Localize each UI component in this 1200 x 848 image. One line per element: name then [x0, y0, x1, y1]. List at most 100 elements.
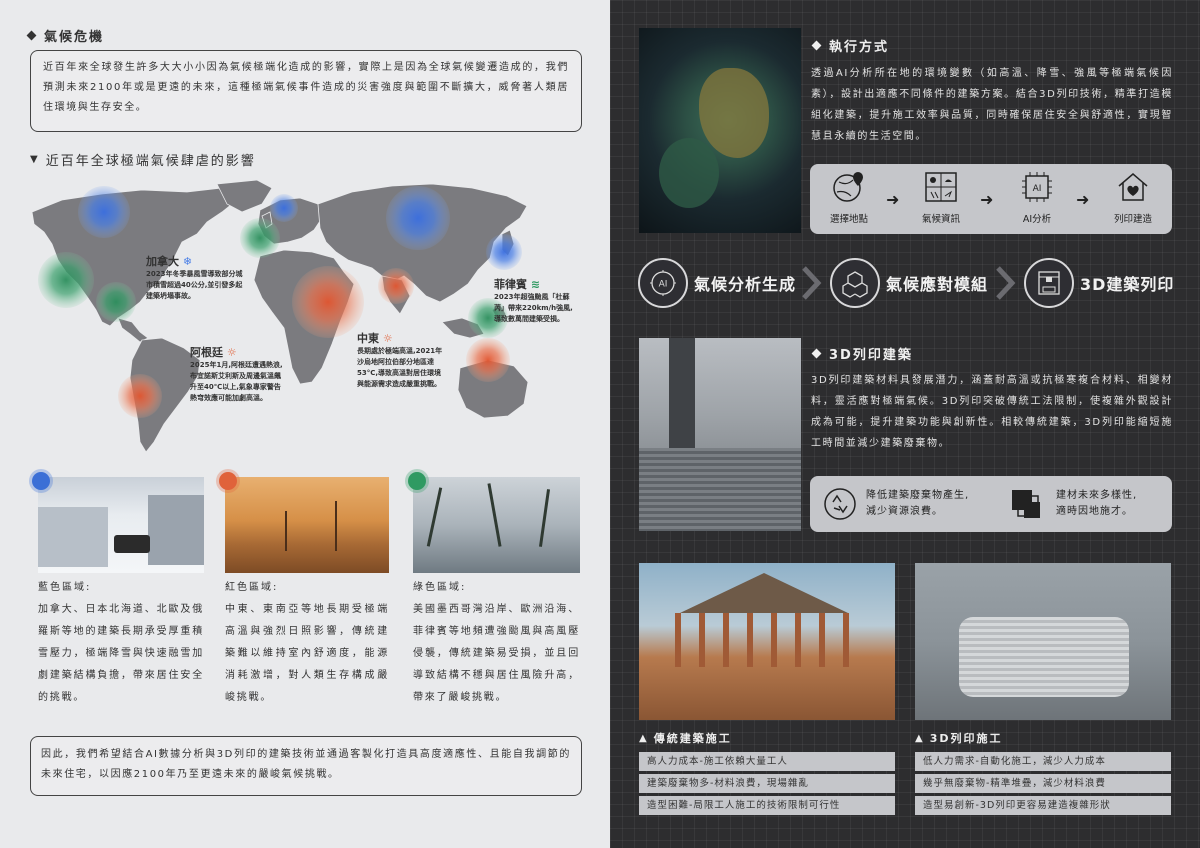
map-title: 近百年全球極端氣候肆虐的影響: [45, 154, 256, 169]
callout-canada: 加拿大 ❄ 2023年冬季暴風雪導致部分城市積雪超過40公分,並引發多起建築坍塌…: [146, 253, 246, 302]
hotspot-south-asia: [378, 268, 414, 304]
conclusion-box: 因此，我們希望結合AI數據分析與3D列印的建築技術並通過客製化打造具高度適應性、…: [30, 736, 582, 796]
print-title: 3D列印建築: [829, 348, 913, 363]
hotspot-scandinavia: [270, 194, 298, 222]
layers-icon: [1012, 490, 1040, 518]
cubes-icon: [830, 258, 880, 308]
stage-climate-analysis-label: 氣候分析生成: [694, 275, 797, 294]
traditional-item: 造型困難-局限工人施工的技術限制可行性: [639, 796, 895, 815]
benefit-less-waste: 降低建築廢棄物產生, 減少資源浪費。: [866, 490, 970, 517]
stage-3d-printing-label: 3D建築列印: [1080, 275, 1175, 294]
traditional-title: 傳統建築施工: [653, 732, 732, 745]
climate-crisis-box: 近百年來全球發生許多大大小小因為氣候極端化造成的影響，實際上是因為全球氣候變遷造…: [30, 50, 582, 132]
arrow-right-icon: ➜: [980, 190, 994, 209]
climate-crisis-heading: 氣候危機: [26, 26, 105, 45]
hotspot-russia: [386, 186, 450, 250]
printed-heading: ▲ 3D列印施工: [915, 730, 1003, 746]
wind-icon: ≋: [530, 278, 541, 291]
callout-canada-title: 加拿大: [146, 255, 179, 268]
traditional-item: 高人力成本-施工依賴大量工人: [639, 752, 895, 771]
benefit-material-diversity: 建材未來多樣性, 適時因地施才。: [1056, 490, 1138, 517]
triangle-up-icon: ▲: [915, 732, 925, 744]
3d-printed-construction-photo: [915, 563, 1171, 720]
region-green-text: 美國墨西哥灣沿岸、歐洲沿海、菲律賓等地頻遭強颱風與高風壓侵襲，傳統建築易受損，並…: [413, 604, 580, 703]
traditional-heading: ▲ 傳統建築施工: [639, 730, 732, 746]
red-region-dot: [219, 472, 237, 490]
hotspot-japan: [486, 234, 522, 270]
weather-grid-icon: [925, 172, 957, 202]
world-map: [31, 179, 529, 453]
callout-middle-east-text: 長期處於極端高溫,2021年沙烏地阿拉伯部分地區達53°C,導致高溫對居住環境與…: [357, 347, 443, 388]
region-blue-text: 加拿大、日本北海道、北歐及俄羅斯等地的建築長期承受厚重積雪壓力，極端降雪與快速融…: [38, 604, 204, 703]
region-green-title: 綠色區域:: [413, 582, 467, 593]
climate-crisis-title: 氣候危機: [44, 30, 105, 45]
blue-region-dot: [32, 472, 50, 490]
process-flow: 選擇地點 ➜ 氣候資訊 ➜ AI AI分析 ➜ 列印建造: [810, 164, 1172, 234]
car-in-snow: [114, 535, 150, 553]
hotspot-argentina: [118, 374, 162, 418]
drought-photo: [225, 477, 389, 573]
method-heading: 執行方式: [811, 36, 890, 55]
region-green: 綠色區域: 美國墨西哥灣沿岸、歐洲沿海、菲律賓等地頻遭強颱風與高風壓侵襲，傳統建…: [413, 578, 580, 709]
sun-icon: ☼: [226, 346, 237, 359]
ai-chip-icon: AI: [1022, 172, 1052, 202]
flow-step-ai-label: AI分析: [1022, 214, 1052, 225]
print-heading: 3D列印建築: [811, 344, 913, 363]
recycle-icon: [824, 488, 856, 520]
stage-climate-module-label: 氣候應對模組: [886, 275, 989, 294]
callout-canada-text: 2023年冬季暴風雪導致部分城市積雪超過40公分,並引發多起建築坍塌事故。: [146, 270, 243, 300]
region-blue: 藍色區域: 加拿大、日本北海道、北歐及俄羅斯等地的建築長期承受厚重積雪壓力，極端…: [38, 578, 204, 709]
arrow-right-icon: ➜: [886, 190, 900, 209]
chevron-right-icon: [996, 266, 1016, 300]
arrow-right-icon: ➜: [1076, 190, 1090, 209]
earth-globe-image: [639, 28, 801, 233]
stage-climate-analysis: AI 氣候分析生成: [638, 258, 796, 308]
svg-text:AI: AI: [659, 280, 668, 290]
snow-photo: [38, 477, 204, 573]
triangle-down-icon: ▼: [30, 154, 40, 165]
callout-philippines-text: 2023年超強颱風「杜蘇芮」帶來220km/h強風,導致數萬間建築受損。: [494, 293, 573, 323]
printed-item: 幾乎無廢棄物-精準堆疊，減少材料浪費: [915, 774, 1171, 793]
region-red: 紅色區域: 中東、東南亞等地長期受極端高溫與強烈日照影響，傳統建築難以維持室內舒…: [225, 578, 389, 709]
region-red-text: 中東、東南亞等地長期受極端高溫與強烈日照影響，傳統建築難以維持室內舒適度，能源消…: [225, 604, 389, 703]
hotspot-canada-east: [78, 186, 130, 238]
ai-brain-icon: AI: [638, 258, 688, 308]
printed-title: 3D列印施工: [929, 732, 1003, 745]
printed-item: 造型易創新-3D列印更容易建造複雜形狀: [915, 796, 1171, 815]
region-red-title: 紅色區域:: [225, 582, 279, 593]
house-heart-icon: [1118, 173, 1148, 201]
3d-printer-icon: [1024, 258, 1074, 308]
callout-philippines: 菲律賓 ≋ 2023年超強颱風「杜蘇芮」帶來220km/h強風,導致數萬間建築受…: [494, 276, 578, 325]
region-blue-title: 藍色區域:: [38, 582, 92, 593]
callout-middle-east: 中東 ☼ 長期處於極端高溫,2021年沙烏地阿拉伯部分地區達53°C,導致高溫對…: [357, 330, 443, 390]
stage-3d-printing: 3D建築列印: [1024, 258, 1174, 308]
callout-philippines-title: 菲律賓: [494, 278, 527, 291]
svg-text:AI: AI: [1033, 184, 1042, 194]
callout-argentina-text: 2025年1月,阿根廷遭遇熱浪,布宜諾斯艾利斯及周邊氣溫飆升至40℃以上,氣象專…: [190, 361, 283, 402]
callout-middle-east-title: 中東: [357, 332, 379, 345]
left-page: 氣候危機 近百年來全球發生許多大大小小因為氣候極端化造成的影響，實際上是因為全球…: [0, 0, 610, 848]
traditional-construction-photo: [639, 563, 895, 720]
callout-argentina: 阿根廷 ☼ 2025年1月,阿根廷遭遇熱浪,布宜諾斯艾利斯及周邊氣溫飆升至40℃…: [190, 344, 286, 404]
method-title: 執行方式: [829, 40, 890, 55]
hotspot-southeast-asia: [466, 338, 510, 382]
climate-crisis-text: 近百年來全球發生許多大大小小因為氣候極端化造成的影響，實際上是因為全球氣候變遷造…: [43, 62, 569, 113]
chevron-right-icon: [802, 266, 822, 300]
3d-printer-photo: [639, 338, 801, 531]
method-text: 透過AI分析所在地的環境變數（如高溫、降雪、強風等極端氣候因素），設計出適應不同…: [811, 68, 1173, 142]
benefits-box: 降低建築廢棄物產生, 減少資源浪費。 建材未來多樣性, 適時因地施才。: [810, 476, 1172, 532]
printed-item: 低人力需求-自動化施工，減少人力成本: [915, 752, 1171, 771]
hotspot-gulf-coast: [96, 282, 136, 322]
flow-step-print-label: 列印建造: [1113, 214, 1152, 225]
flow-step-climate: 氣候資訊: [910, 170, 972, 225]
triangle-up-icon: ▲: [639, 732, 649, 744]
hotspot-middle-east: [292, 266, 364, 338]
flow-step-location-label: 選擇地點: [829, 214, 868, 225]
diamond-bullet-icon: [26, 30, 37, 41]
flow-step-ai: AI AI分析: [1006, 170, 1068, 225]
hotspot-europe-coast: [240, 218, 280, 258]
storm-photo: [413, 477, 580, 573]
stage-climate-module: 氣候應對模組: [830, 258, 988, 308]
traditional-item: 建築廢棄物多-材料浪費，現場雜亂: [639, 774, 895, 793]
diamond-bullet-icon: [811, 348, 822, 359]
